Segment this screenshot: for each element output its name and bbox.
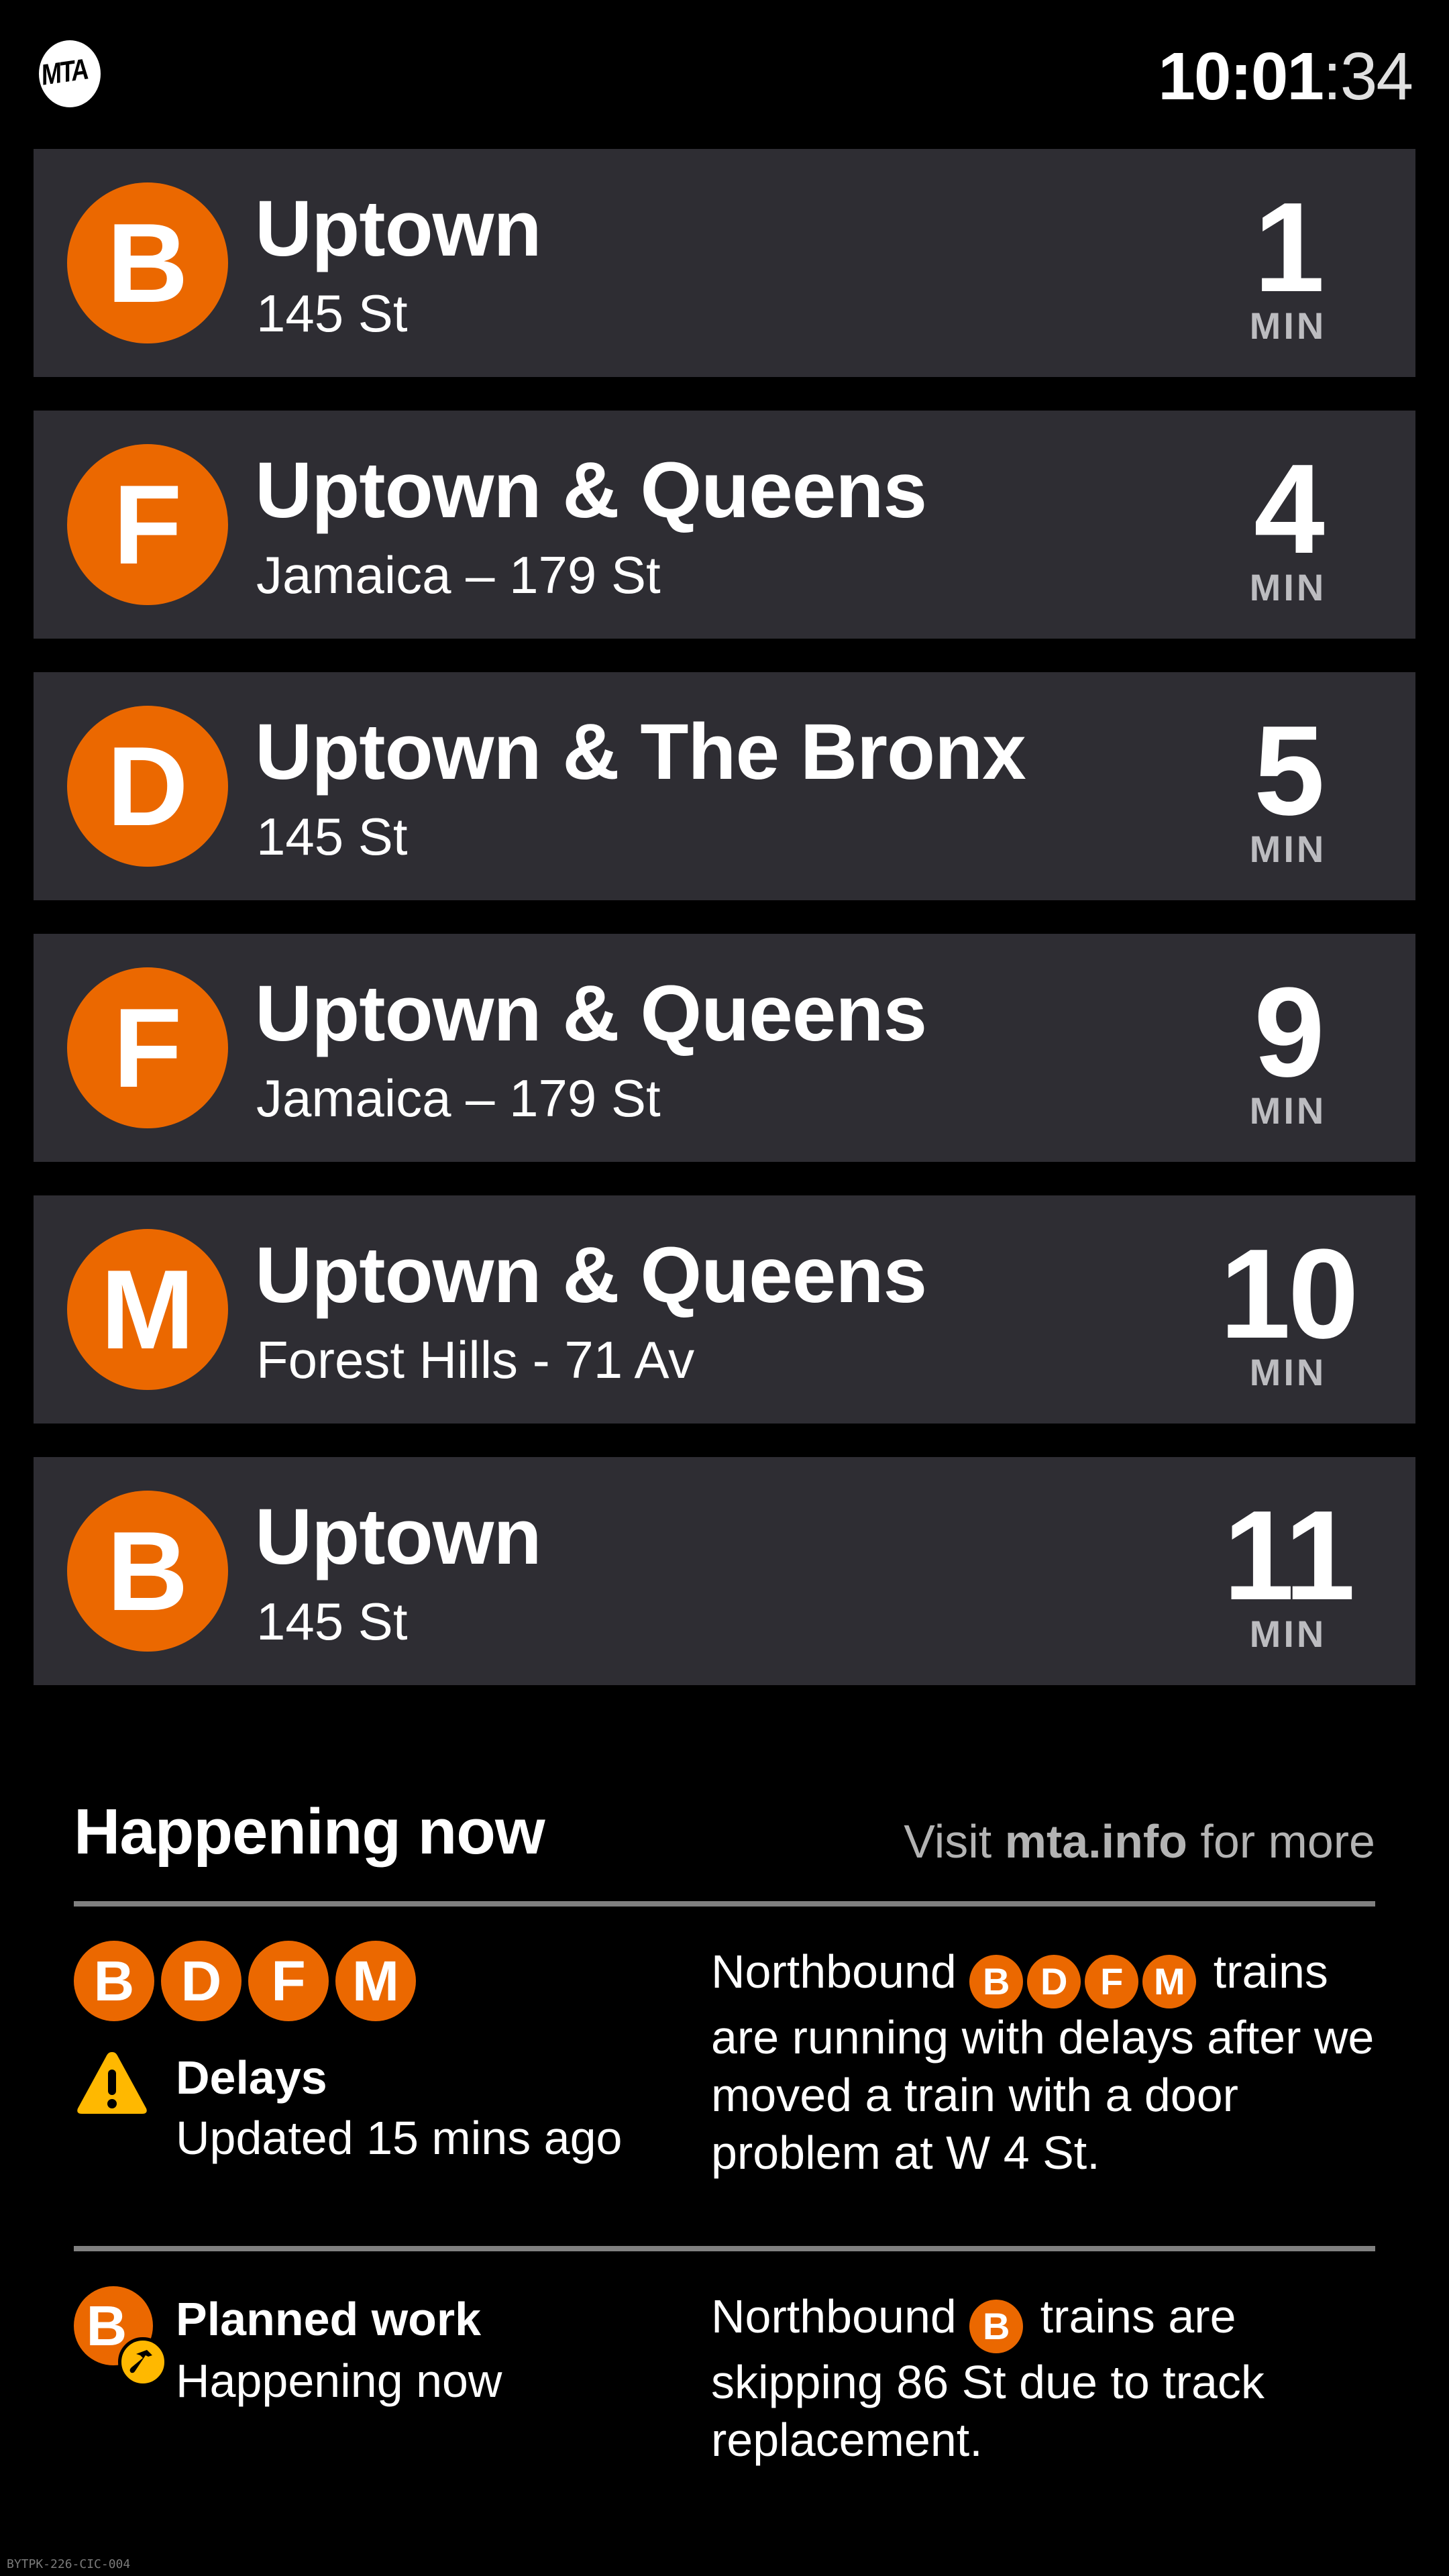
route-bullet: B — [969, 2300, 1024, 2353]
minutes-value: 9 — [1254, 961, 1325, 1104]
minutes-unit: MIN — [1249, 1613, 1327, 1655]
terminal-label: 145 St — [256, 284, 408, 343]
route-bullet: B — [969, 1955, 1024, 2008]
alert-description: Northbound BDFM trains are running with … — [711, 1943, 1382, 2182]
minutes-unit: MIN — [1249, 1089, 1327, 1132]
direction-label: Uptown & Queens — [255, 969, 927, 1058]
route-bullet: D — [161, 1941, 241, 2021]
minutes-value: 4 — [1254, 438, 1325, 580]
alert-type: Planned work — [176, 2293, 482, 2345]
route-bullet: F — [248, 1941, 329, 2021]
alert-text-before: Northbound — [711, 1945, 957, 1998]
mta-logo-text: MTA — [42, 52, 88, 92]
arrivals-list: B Uptown 145 St 1 MIN F Uptown & Queens … — [34, 149, 1415, 1719]
clock: 10:01:34 — [1158, 43, 1413, 110]
alert-divider — [74, 2246, 1375, 2251]
minutes-unit: MIN — [1249, 566, 1327, 608]
clock-seconds: :34 — [1322, 39, 1413, 114]
terminal-label: Forest Hills - 71 Av — [256, 1330, 695, 1389]
minutes-value: 5 — [1254, 700, 1325, 842]
route-bullet: F — [67, 967, 228, 1128]
direction-label: Uptown — [255, 184, 542, 273]
alert-status: Happening now — [176, 2355, 502, 2407]
clock-hours-minutes: 10:01 — [1158, 39, 1324, 114]
arrival-row: M Uptown & Queens Forest Hills - 71 Av 1… — [34, 1195, 1415, 1424]
device-id: BYTPK-226-CIC-004 — [7, 2557, 131, 2571]
arrival-row: D Uptown & The Bronx 145 St 5 MIN — [34, 672, 1415, 900]
alert-route-bullets: B D F M — [74, 1941, 416, 2021]
alert-type: Delays — [176, 2051, 327, 2104]
arrival-row: B Uptown 145 St 1 MIN — [34, 149, 1415, 377]
route-bullet: M — [335, 1941, 416, 2021]
direction-label: Uptown & Queens — [255, 446, 927, 535]
minutes-unit: MIN — [1249, 828, 1327, 870]
arrival-row: B Uptown 145 St 11 MIN — [34, 1457, 1415, 1685]
link-url: mta.info — [1004, 1815, 1187, 1868]
happening-now-title: Happening now — [74, 1796, 545, 1868]
terminal-label: 145 St — [256, 807, 408, 866]
minutes-unit: MIN — [1249, 305, 1327, 347]
more-info-link: Visit mta.info for more — [904, 1818, 1375, 1865]
planned-work-badge — [118, 2337, 168, 2387]
route-bullet: M — [1142, 1955, 1197, 2008]
minutes-value: 10 — [1220, 1223, 1358, 1365]
warning-icon — [77, 2052, 147, 2114]
terminal-label: 145 St — [256, 1592, 408, 1651]
route-bullet: B — [74, 1941, 154, 2021]
section-divider — [74, 1901, 1375, 1907]
route-bullet: D — [67, 706, 228, 867]
arrival-row: F Uptown & Queens Jamaica – 179 St 4 MIN — [34, 411, 1415, 639]
route-bullet: B — [67, 1491, 228, 1652]
mta-logo: MTA — [39, 40, 101, 107]
arrival-row: F Uptown & Queens Jamaica – 179 St 9 MIN — [34, 934, 1415, 1162]
route-bullet: D — [1027, 1955, 1081, 2008]
terminal-label: Jamaica – 179 St — [256, 545, 661, 604]
link-suffix: for more — [1187, 1815, 1375, 1868]
minutes-value: 1 — [1254, 176, 1325, 319]
route-bullet: M — [67, 1229, 228, 1390]
route-bullet: F — [67, 444, 228, 605]
direction-label: Uptown & The Bronx — [255, 708, 1026, 796]
direction-label: Uptown — [255, 1493, 542, 1581]
alert-status: Updated 15 mins ago — [176, 2112, 623, 2164]
alert-text-before: Northbound — [711, 2290, 957, 2343]
minutes-unit: MIN — [1249, 1351, 1327, 1393]
alert-description: Northbound B trains are skipping 86 St d… — [711, 2288, 1382, 2469]
terminal-label: Jamaica – 179 St — [256, 1069, 661, 1128]
link-prefix: Visit — [904, 1815, 1005, 1868]
direction-label: Uptown & Queens — [255, 1231, 927, 1320]
hammer-icon — [129, 2350, 152, 2373]
minutes-value: 11 — [1223, 1485, 1356, 1627]
route-bullet: B — [67, 182, 228, 343]
route-bullet: F — [1085, 1955, 1139, 2008]
countdown-screen: MTA 10:01:34 B Uptown 145 St 1 MIN F Upt… — [0, 0, 1449, 2576]
